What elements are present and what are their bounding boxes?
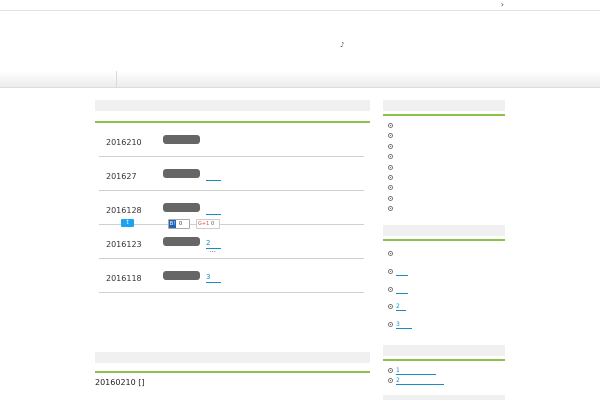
widget-divider: [383, 359, 505, 361]
bullet-icon[interactable]: [388, 133, 393, 138]
widget-link[interactable]: 1: [396, 367, 436, 375]
bullet-icon: [388, 378, 393, 383]
global-nav: [0, 71, 600, 88]
list-item: 2016118 3: [99, 259, 364, 293]
list-item: 2016210: [99, 123, 364, 157]
category-badge: [163, 271, 200, 280]
bullet-icon: [388, 322, 393, 327]
news-date: 2016210: [106, 138, 142, 147]
bullet-icon: [388, 368, 393, 373]
widget-link[interactable]: [396, 268, 408, 276]
post-title[interactable]: 20160210 []: [95, 378, 145, 387]
news-date: 201627: [106, 172, 137, 181]
bullet-icon[interactable]: [388, 175, 393, 180]
list-item: 201627: [99, 157, 364, 191]
category-badge: [163, 135, 200, 144]
ellipsis-text: …: [209, 246, 216, 254]
hatena-icon: B!: [169, 220, 176, 228]
google-plus-icon: G+1: [198, 221, 210, 227]
bullet-icon[interactable]: [388, 185, 393, 190]
widget-divider: [383, 239, 505, 241]
category-badge: [163, 237, 200, 246]
news-date: 2016123: [106, 240, 142, 249]
nav-divider: [116, 71, 117, 87]
top-bar: ›: [0, 0, 600, 11]
bullet-icon[interactable]: [388, 123, 393, 128]
news-link[interactable]: [206, 205, 221, 215]
section-divider: [95, 371, 370, 373]
widget-header: [383, 395, 505, 400]
news-date: 2016118: [106, 274, 142, 283]
bullet-icon[interactable]: [388, 206, 393, 211]
news-link[interactable]: 3: [206, 273, 221, 283]
main-content: 2016210 201627 2016128 2016123 2 … 20161…: [95, 100, 370, 293]
news-link[interactable]: [206, 171, 221, 181]
bullet-icon[interactable]: [388, 165, 393, 170]
category-badge: [163, 169, 200, 178]
widget-link[interactable]: [396, 286, 408, 294]
bullet-icon[interactable]: [388, 144, 393, 149]
widget-link[interactable]: 2: [396, 303, 406, 311]
twitter-share-button[interactable]: t: [121, 219, 134, 227]
bullet-icon: [388, 304, 393, 309]
posts-section-header: [95, 352, 370, 363]
widget-link[interactable]: 2: [396, 377, 444, 385]
hatena-count: 0: [179, 221, 183, 227]
news-date: 2016128: [106, 206, 142, 215]
category-badge: [163, 203, 200, 212]
hatena-bookmark-button[interactable]: B! 0: [168, 219, 190, 229]
list-item: 2016123 2 …: [99, 225, 364, 259]
bullet-icon[interactable]: [388, 251, 393, 256]
news-list: 2016210 201627 2016128 2016123 2 … 20161…: [99, 123, 364, 293]
widget-divider: [383, 114, 505, 116]
list-item: 2016128: [99, 191, 364, 225]
widget-header: [383, 345, 505, 356]
bullet-icon[interactable]: [388, 154, 393, 159]
widget-header: [383, 100, 505, 111]
bullet-icon: [388, 287, 393, 292]
google-plus-button[interactable]: G+1 0: [196, 219, 220, 229]
logo-mark: ♪: [340, 41, 345, 49]
widget-header: [383, 225, 505, 236]
widget-link[interactable]: 3: [396, 321, 412, 329]
bullet-icon: [388, 269, 393, 274]
news-section-header: [95, 100, 370, 111]
bullet-icon[interactable]: [388, 196, 393, 201]
chevron-right-icon[interactable]: ›: [501, 0, 504, 10]
site-header: ♪: [0, 11, 600, 71]
google-plus-count: 0: [211, 221, 215, 227]
